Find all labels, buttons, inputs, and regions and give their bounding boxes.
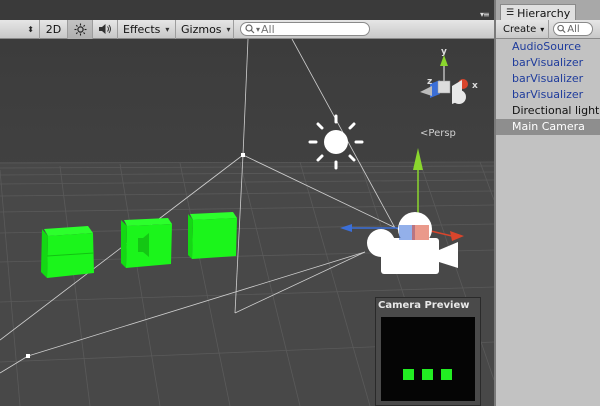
- hierarchy-tab-label: Hierarchy: [517, 6, 571, 20]
- tab-hierarchy[interactable]: ☰ Hierarchy: [500, 4, 577, 21]
- chevron-down-icon: ▾: [540, 24, 545, 34]
- gizmos-label: Gizmos: [181, 22, 222, 36]
- preview-cube: [422, 369, 433, 380]
- camera-preview-panel: Camera Preview: [375, 297, 481, 406]
- list-icon: ☰: [506, 8, 515, 18]
- scene-lighting-toggle[interactable]: [68, 19, 93, 39]
- 2d-toggle-label: 2D: [45, 22, 62, 36]
- scene-view[interactable]: ⬍ 2D Effects ▾ Gizmos ▾ ▾ All y z x <Per…: [0, 0, 494, 406]
- gizmos-dropdown[interactable]: Gizmos ▾: [176, 19, 234, 39]
- gizmo-axis-z: z: [427, 77, 432, 87]
- 2d-toggle-button[interactable]: 2D: [40, 19, 68, 39]
- hierarchy-panel: ☰ Hierarchy Create ▾ All AudioSource bar…: [494, 0, 600, 406]
- search-icon: [557, 24, 566, 34]
- camera-preview-render: [381, 317, 475, 401]
- projection-toggle[interactable]: <Persp: [420, 128, 456, 139]
- create-dropdown[interactable]: Create ▾: [496, 19, 550, 39]
- effects-label: Effects: [123, 22, 161, 36]
- chevron-down-icon: ▾: [165, 24, 170, 34]
- frustum-handle[interactable]: [241, 153, 245, 157]
- hierarchy-item[interactable]: barVisualizer: [496, 87, 600, 103]
- frustum-handle[interactable]: [26, 354, 30, 358]
- camera-preview-title: Camera Preview: [378, 300, 470, 311]
- hierarchy-item[interactable]: AudioSource: [496, 39, 600, 55]
- preview-cube: [403, 369, 414, 380]
- speaker-icon: [99, 24, 111, 34]
- shading-mode-dropdown[interactable]: ⬍: [0, 19, 40, 39]
- create-label: Create: [503, 23, 537, 35]
- hierarchy-item[interactable]: Directional light: [496, 103, 600, 119]
- visualizer-cube[interactable]: [41, 226, 95, 278]
- hierarchy-toolbar: Create ▾ All: [496, 19, 600, 39]
- visualizer-cube[interactable]: [121, 218, 172, 268]
- hierarchy-search-placeholder: All: [567, 23, 580, 35]
- panel-menu-icon[interactable]: ▾≡: [480, 10, 490, 19]
- gizmo-axis-y: y: [441, 47, 447, 57]
- effects-dropdown[interactable]: Effects ▾: [118, 19, 176, 39]
- sun-icon: [74, 23, 86, 35]
- hierarchy-item[interactable]: barVisualizer: [496, 55, 600, 71]
- dropdown-arrows-icon: ⬍: [27, 24, 34, 34]
- hierarchy-item[interactable]: barVisualizer: [496, 71, 600, 87]
- visualizer-cube[interactable]: [188, 212, 237, 259]
- search-icon: [245, 24, 255, 34]
- scene-toolbar: ⬍ 2D Effects ▾ Gizmos ▾ ▾ All: [0, 19, 494, 39]
- preview-cube: [441, 369, 452, 380]
- scene-search-input[interactable]: [261, 22, 362, 36]
- chevron-down-icon: ▾: [226, 24, 231, 34]
- search-filter-caret-icon: ▾: [256, 24, 261, 34]
- projection-label: Persp: [428, 128, 456, 139]
- scene-audio-toggle[interactable]: [93, 19, 118, 39]
- hierarchy-search-field[interactable]: All: [553, 22, 594, 36]
- hierarchy-item-selected[interactable]: Main Camera: [496, 119, 600, 135]
- scene-search-field[interactable]: ▾: [240, 22, 370, 36]
- hierarchy-list: AudioSource barVisualizer barVisualizer …: [496, 39, 600, 135]
- gizmo-axis-x: x: [472, 81, 478, 91]
